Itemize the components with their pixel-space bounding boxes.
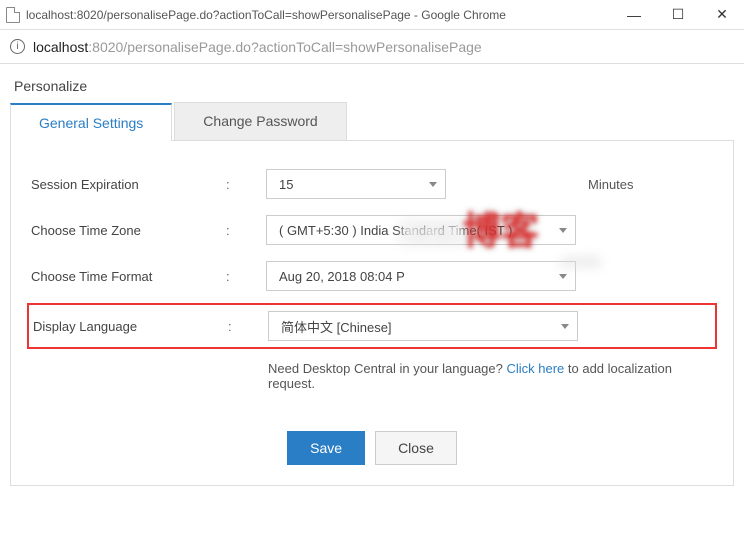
url-path: :8020/personalisePage.do?actionToCall=sh… xyxy=(88,39,481,55)
row-time-zone: Choose Time Zone : ( GMT+5:30 ) India St… xyxy=(31,215,713,245)
tab-general-settings[interactable]: General Settings xyxy=(10,103,172,141)
row-time-format: Choose Time Format : Aug 20, 2018 08:04 … xyxy=(31,261,713,291)
colon: : xyxy=(226,269,266,284)
chevron-down-icon xyxy=(561,324,569,329)
chevron-down-icon xyxy=(429,182,437,187)
window-controls: — ☐ ✕ xyxy=(612,0,744,30)
button-row: Save Close xyxy=(31,431,713,465)
minimize-button[interactable]: — xyxy=(612,0,656,30)
time-zone-value: ( GMT+5:30 ) India Standard Time( IST ) xyxy=(279,223,513,238)
localization-help-text: Need Desktop Central in your language? C… xyxy=(268,361,713,391)
save-button[interactable]: Save xyxy=(287,431,365,465)
url-host: localhost xyxy=(33,39,88,55)
close-button[interactable]: Close xyxy=(375,431,457,465)
colon: : xyxy=(226,177,266,192)
session-expiration-unit: Minutes xyxy=(576,177,634,192)
display-language-value: 简体中文 [Chinese] xyxy=(281,317,392,336)
site-info-icon[interactable]: i xyxy=(10,39,25,54)
tabs: General Settings Change Password xyxy=(10,102,734,141)
label-time-zone: Choose Time Zone xyxy=(31,223,226,238)
localization-link[interactable]: Click here xyxy=(506,361,564,376)
chevron-down-icon xyxy=(559,228,567,233)
display-language-select[interactable]: 简体中文 [Chinese] xyxy=(268,311,578,341)
row-display-language: Display Language : 简体中文 [Chinese] xyxy=(31,307,713,345)
label-time-format: Choose Time Format xyxy=(31,269,226,284)
time-format-value: Aug 20, 2018 08:04 P xyxy=(279,269,405,284)
close-window-button[interactable]: ✕ xyxy=(700,0,744,30)
window-titlebar: localhost:8020/personalisePage.do?action… xyxy=(0,0,744,30)
tab-change-password[interactable]: Change Password xyxy=(174,102,346,140)
maximize-button[interactable]: ☐ xyxy=(656,0,700,30)
address-bar[interactable]: i localhost:8020/personalisePage.do?acti… xyxy=(0,30,744,64)
row-session-expiration: Session Expiration : 15 Minutes xyxy=(31,169,713,199)
chevron-down-icon xyxy=(559,274,567,279)
label-session-expiration: Session Expiration xyxy=(31,177,226,192)
colon: : xyxy=(226,223,266,238)
window-title: localhost:8020/personalisePage.do?action… xyxy=(26,8,506,22)
page-icon xyxy=(6,7,20,23)
session-expiration-value: 15 xyxy=(279,177,293,192)
time-zone-select[interactable]: ( GMT+5:30 ) India Standard Time( IST ) xyxy=(266,215,576,245)
time-format-select[interactable]: Aug 20, 2018 08:04 P xyxy=(266,261,576,291)
label-display-language: Display Language xyxy=(33,319,228,334)
page-title: Personalize xyxy=(10,74,734,102)
form-panel: Session Expiration : 15 Minutes Choose T… xyxy=(10,141,734,486)
colon: : xyxy=(228,319,268,334)
session-expiration-select[interactable]: 15 xyxy=(266,169,446,199)
help-pre: Need Desktop Central in your language? xyxy=(268,361,506,376)
